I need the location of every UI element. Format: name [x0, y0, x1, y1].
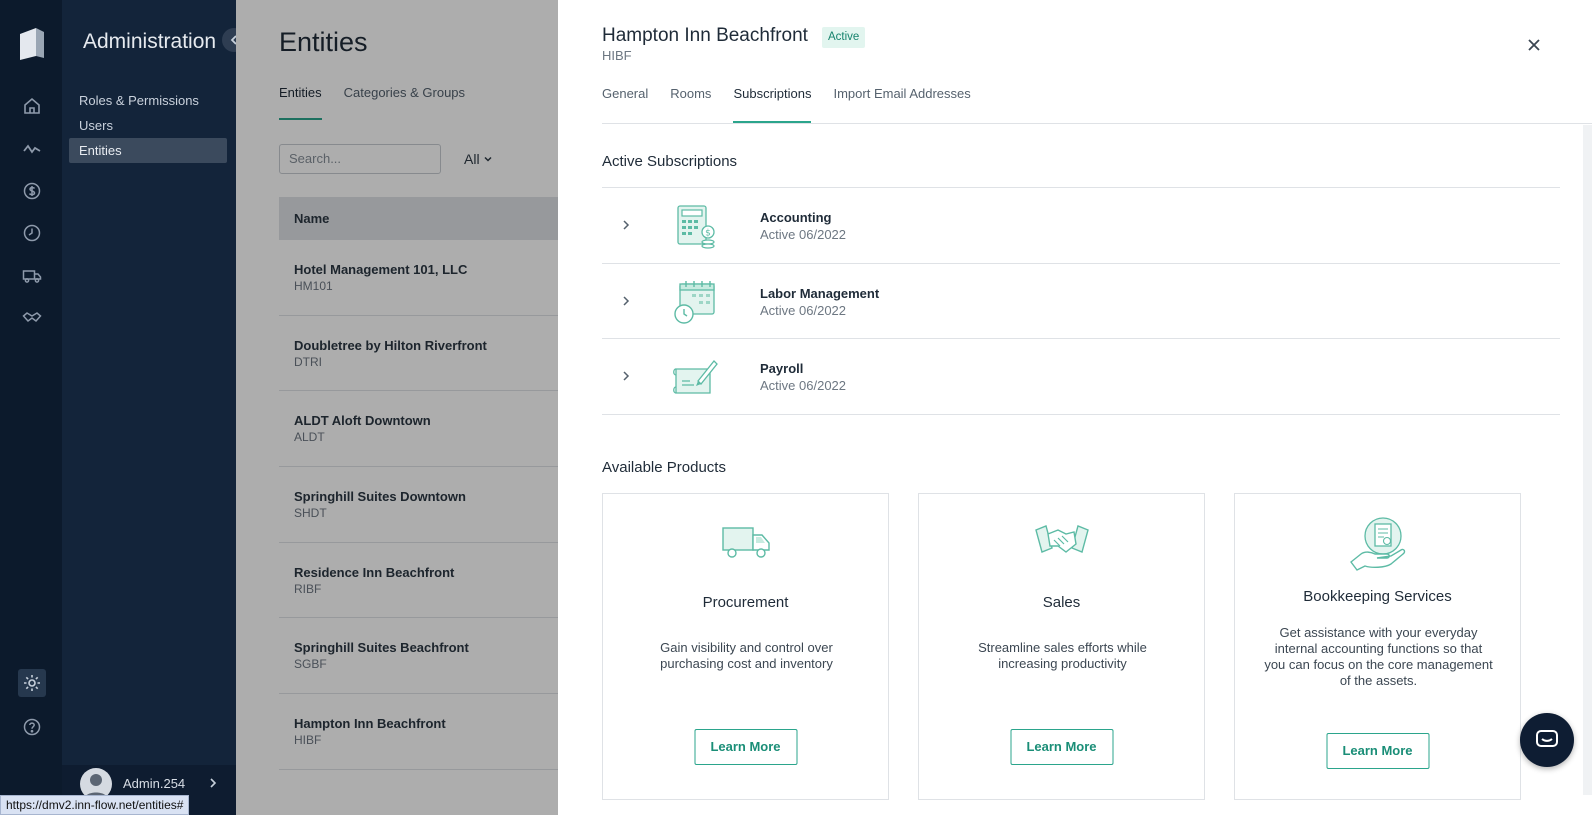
product-description: Get assistance with your everyday intern…	[1264, 625, 1493, 688]
truck-icon[interactable]	[22, 266, 42, 286]
sidebar-item-users[interactable]: Users	[69, 113, 227, 138]
sidebar-title: Administration	[83, 30, 217, 53]
settings-icon[interactable]	[18, 669, 46, 697]
product-title: Sales	[1042, 594, 1081, 611]
hand-document-icon	[1349, 517, 1405, 571]
status-bar-url: https://dmv2.inn-flow.net/entities#	[0, 795, 190, 815]
truck-icon	[721, 527, 770, 558]
dollar-icon[interactable]	[22, 181, 42, 201]
icon-rail	[0, 0, 62, 815]
chevron-right-icon[interactable]	[620, 370, 632, 382]
chat-launcher-button[interactable]	[1520, 713, 1574, 767]
user-name: Admin.254	[123, 776, 186, 791]
product-card-bookkeeping: Bookkeeping Services Get assistance with…	[1234, 493, 1521, 800]
product-card-sales: Sales Streamline sales efforts while inc…	[918, 493, 1205, 800]
chevron-right-icon[interactable]	[620, 295, 632, 307]
chat-icon	[1536, 730, 1558, 747]
scrollbar[interactable]	[1583, 125, 1592, 795]
active-subscriptions-heading: Active Subscriptions	[602, 153, 738, 170]
chevron-right-icon	[210, 778, 217, 788]
entity-title: Hampton Inn Beachfront	[602, 25, 808, 46]
sidebar-item-roles-permissions[interactable]: Roles & Permissions	[69, 88, 227, 113]
status-badge: Active	[822, 27, 866, 48]
logo-icon[interactable]	[18, 26, 46, 62]
tab-divider	[602, 123, 1592, 124]
sidebar-nav: Roles & Permissions Users Entities	[69, 88, 227, 163]
home-icon[interactable]	[22, 96, 42, 116]
clock-icon[interactable]	[22, 223, 42, 243]
learn-more-button[interactable]: Learn More	[694, 729, 797, 765]
product-title: Procurement	[702, 594, 789, 611]
panel-tabs: General Rooms Subscriptions Import Email…	[602, 86, 971, 123]
modal-backdrop[interactable]	[236, 0, 558, 815]
calendar-clock-icon	[674, 280, 715, 324]
tab-general[interactable]: General	[602, 86, 648, 123]
products-grid: Procurement Gain visibility and control …	[602, 493, 1522, 800]
subscription-status: Active 06/2022	[760, 378, 847, 394]
learn-more-button[interactable]: Learn More	[1326, 733, 1429, 769]
handshake-icon	[1034, 525, 1089, 553]
tab-rooms[interactable]: Rooms	[670, 86, 711, 123]
entity-code: HIBF	[602, 48, 632, 63]
entity-detail-panel: Hampton Inn Beachfront Active HIBF Gener…	[558, 0, 1592, 815]
handshake-icon[interactable]	[22, 308, 42, 328]
accounting-icon: $	[677, 205, 715, 249]
subscription-status: Active 06/2022	[760, 302, 847, 318]
subscription-name: Accounting	[760, 210, 832, 225]
check-pen-icon	[673, 360, 718, 395]
activity-icon[interactable]	[22, 139, 42, 159]
tab-import-email-addresses[interactable]: Import Email Addresses	[833, 86, 970, 123]
list-item[interactable]: $ Accounting Active 06/2022	[602, 188, 1560, 264]
subscriptions-list: $ Accounting Active 06/2022 Labor Manage…	[602, 187, 1560, 416]
product-card-procurement: Procurement Gain visibility and control …	[602, 493, 889, 800]
admin-sidebar: Administration Roles & Permissions Users…	[62, 0, 246, 815]
available-products-heading: Available Products	[602, 459, 726, 476]
subscription-status: Active 06/2022	[760, 227, 847, 242]
close-icon[interactable]	[1525, 36, 1543, 54]
subscription-name: Payroll	[760, 361, 804, 377]
list-item[interactable]: Labor Management Active 06/2022	[602, 264, 1560, 340]
svg-text:$: $	[705, 229, 711, 239]
chevron-right-icon[interactable]	[620, 219, 632, 231]
sidebar-item-entities[interactable]: Entities	[69, 138, 227, 163]
product-description: Gain visibility and control over purchas…	[660, 640, 833, 671]
help-icon[interactable]	[22, 717, 42, 737]
product-description: Streamline sales efforts while increasin…	[978, 640, 1147, 671]
subscription-name: Labor Management	[760, 285, 880, 301]
product-title: Bookkeeping Services	[1303, 588, 1452, 605]
tab-subscriptions[interactable]: Subscriptions	[733, 86, 812, 123]
learn-more-button[interactable]: Learn More	[1010, 729, 1113, 765]
list-item[interactable]: Payroll Active 06/2022	[602, 339, 1560, 416]
